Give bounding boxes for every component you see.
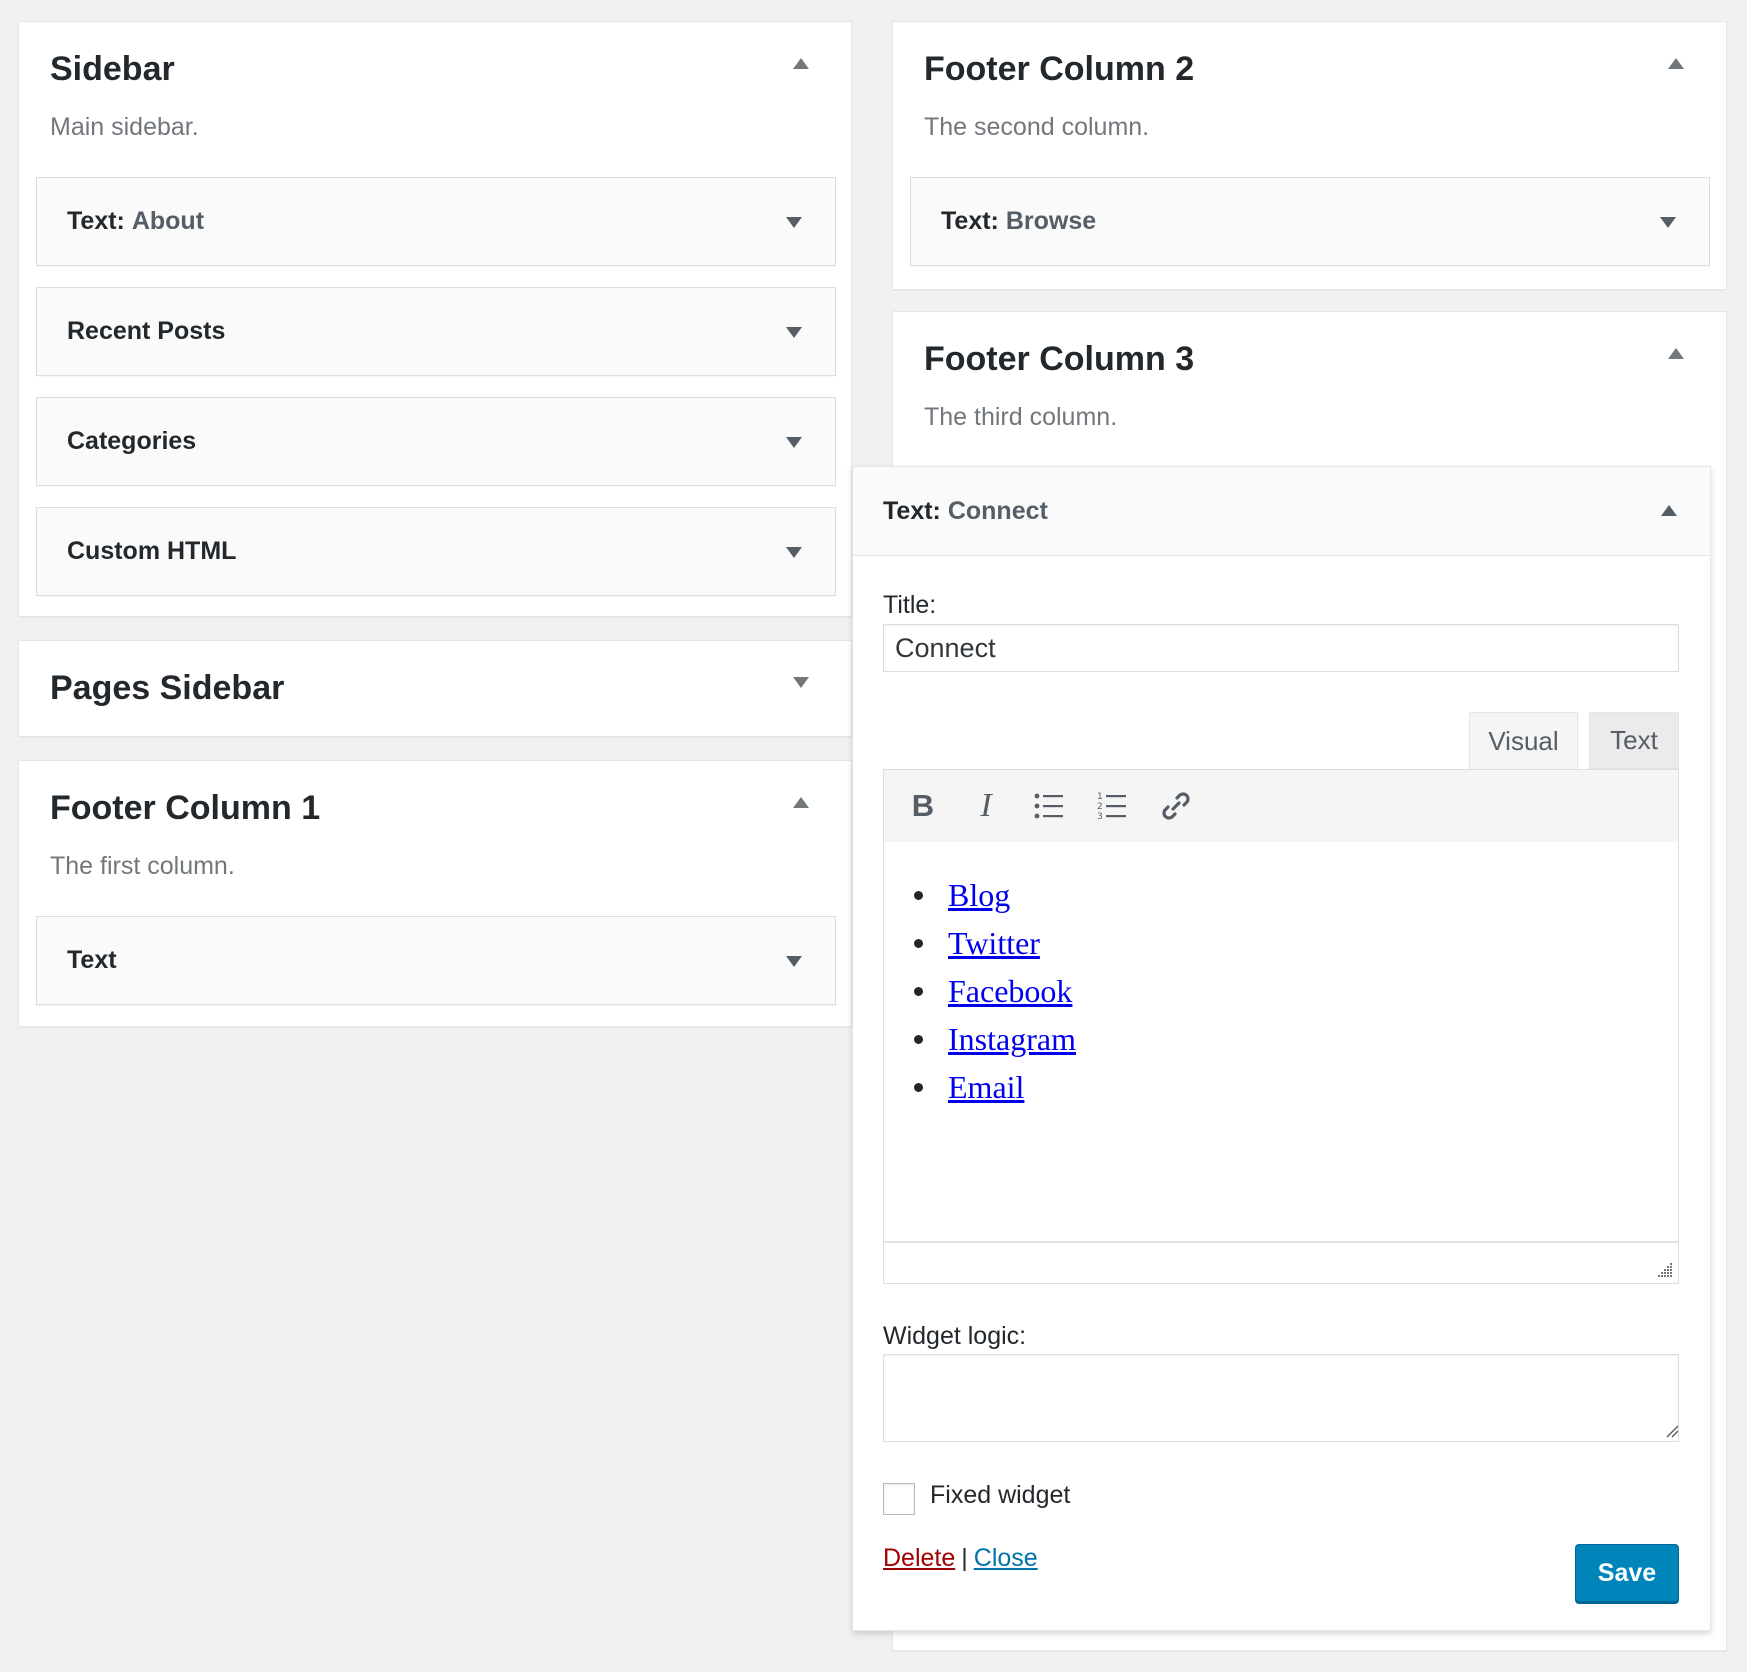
- widget-name: Browse: [1005, 207, 1097, 235]
- arrow-down-icon[interactable]: [786, 216, 802, 228]
- area-title: Footer Column 1: [50, 789, 321, 827]
- svg-text:2: 2: [1097, 802, 1103, 812]
- bullet: [914, 987, 923, 996]
- widget-logic-textarea[interactable]: [883, 1354, 1679, 1442]
- fixed-widget-label[interactable]: Fixed widget: [930, 1481, 1070, 1510]
- widget-label: Text: Browse: [941, 178, 1096, 265]
- numbered-list-icon[interactable]: 1 2 3: [1092, 786, 1132, 826]
- bullet: [914, 1035, 923, 1044]
- widget-text-browse[interactable]: Text: Browse: [910, 177, 1710, 266]
- link-twitter[interactable]: Twitter: [948, 925, 1040, 961]
- italic-icon[interactable]: I: [966, 786, 1006, 826]
- arrow-up-icon[interactable]: [1661, 505, 1677, 516]
- arrow-down-icon[interactable]: [786, 436, 802, 448]
- widget-label: Text: [67, 946, 117, 974]
- title-label: Title:: [883, 591, 937, 619]
- widget-area-footer-column-2: Footer Column 2 The second column. Text:…: [892, 21, 1727, 290]
- widget-label: Categories: [67, 427, 197, 455]
- list-item: Blog: [914, 871, 1076, 919]
- arrow-up-icon[interactable]: [793, 797, 809, 808]
- widget-text-connect-expanded: Text: Connect Title: Visual Text B I 1 2…: [852, 466, 1711, 1631]
- bold-icon[interactable]: B: [903, 786, 943, 826]
- widget-recent-posts[interactable]: Recent Posts: [36, 287, 836, 376]
- bulleted-list-icon[interactable]: [1029, 786, 1069, 826]
- arrow-down-icon[interactable]: [786, 955, 802, 967]
- tab-visual[interactable]: Visual: [1469, 712, 1578, 770]
- area-title: Footer Column 3: [924, 340, 1195, 378]
- widget-logic-label: Widget logic:: [883, 1322, 1027, 1350]
- link-glyph: [1162, 792, 1190, 820]
- tab-text[interactable]: Text: [1589, 712, 1679, 769]
- separator: |: [961, 1544, 968, 1572]
- list-item: Email: [914, 1063, 1076, 1111]
- widget-area-footer-column-1: Footer Column 1 The first column. Text: [18, 760, 852, 1027]
- widget-text-about[interactable]: Text: About: [36, 177, 836, 266]
- widget-label: Custom HTML: [67, 537, 237, 565]
- area-description: The second column.: [924, 113, 1150, 141]
- area-title: Footer Column 2: [924, 50, 1195, 88]
- arrow-down-icon[interactable]: [1660, 216, 1676, 228]
- bullet: [914, 939, 923, 948]
- widget-type: Text:: [941, 207, 999, 235]
- arrow-down-icon[interactable]: [786, 326, 802, 338]
- widget-name: About: [131, 207, 205, 235]
- numbered-list-glyph: 1 2 3: [1097, 792, 1126, 821]
- title-input[interactable]: [883, 624, 1679, 672]
- widget-area-sidebar: Sidebar Main sidebar. Text: About Recent…: [18, 21, 852, 617]
- widget-type: Text:: [67, 207, 125, 235]
- link-list: Blog Twitter Facebook Instagram Email: [914, 871, 1076, 1111]
- arrow-up-icon[interactable]: [793, 58, 809, 69]
- widget-area-pages-sidebar[interactable]: Pages Sidebar: [18, 640, 852, 737]
- svg-text:1: 1: [1097, 792, 1103, 802]
- editor-content[interactable]: Blog Twitter Facebook Instagram Email: [883, 842, 1679, 1242]
- widget-name: Connect: [947, 496, 1048, 525]
- widget-text[interactable]: Text: [36, 916, 836, 1005]
- textarea-resize-icon[interactable]: [1665, 1424, 1679, 1438]
- bullet: [914, 891, 923, 900]
- link-instagram[interactable]: Instagram: [948, 1021, 1076, 1057]
- save-button[interactable]: Save: [1575, 1544, 1679, 1602]
- list-item: Facebook: [914, 967, 1076, 1015]
- widget-header[interactable]: Text: Connect: [853, 467, 1710, 556]
- widget-categories[interactable]: Categories: [36, 397, 836, 486]
- delete-link[interactable]: Delete: [883, 1544, 955, 1572]
- arrow-up-icon[interactable]: [1668, 348, 1684, 359]
- bulleted-list-glyph: [1034, 793, 1063, 819]
- list-item: Twitter: [914, 919, 1076, 967]
- arrow-down-icon[interactable]: [793, 677, 809, 688]
- arrow-down-icon[interactable]: [786, 546, 802, 558]
- link-icon[interactable]: [1156, 786, 1196, 826]
- widget-type: Text:: [883, 496, 941, 525]
- link-blog[interactable]: Blog: [948, 877, 1010, 913]
- widget-label: Recent Posts: [67, 317, 226, 345]
- close-link[interactable]: Close: [974, 1544, 1038, 1572]
- list-item: Instagram: [914, 1015, 1076, 1063]
- arrow-up-icon[interactable]: [1668, 58, 1684, 69]
- fixed-widget-checkbox[interactable]: [883, 1483, 915, 1515]
- widget-label: Text: Connect: [883, 467, 1048, 555]
- svg-text:3: 3: [1097, 812, 1103, 821]
- area-title: Sidebar: [50, 50, 175, 88]
- area-description: The third column.: [924, 403, 1118, 431]
- bullet: [914, 1083, 923, 1092]
- area-title: Pages Sidebar: [50, 669, 285, 707]
- link-email[interactable]: Email: [948, 1069, 1024, 1105]
- area-description: Main sidebar.: [50, 113, 199, 141]
- editor-toolbar: B I 1 2 3: [883, 769, 1679, 843]
- area-description: The first column.: [50, 852, 235, 880]
- resize-grip-icon[interactable]: [1657, 1262, 1673, 1278]
- link-facebook[interactable]: Facebook: [948, 973, 1072, 1009]
- widget-custom-html[interactable]: Custom HTML: [36, 507, 836, 596]
- widget-label: Text: About: [67, 178, 204, 265]
- widget-actions: Delete | Close: [883, 1544, 1038, 1573]
- editor-status-bar: [883, 1242, 1679, 1284]
